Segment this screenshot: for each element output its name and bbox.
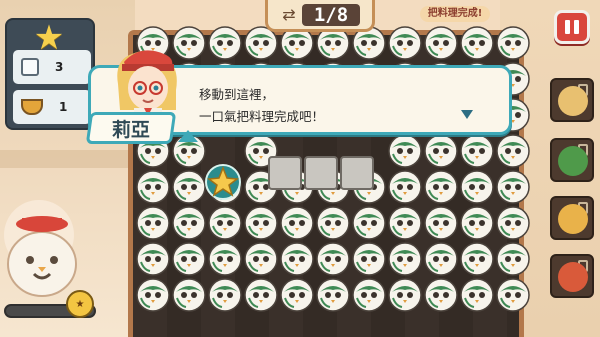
owl-piece[interactable] <box>352 278 386 312</box>
medal-icon: ★ <box>66 290 94 318</box>
owl-piece[interactable] <box>460 170 494 204</box>
owl-piece[interactable] <box>496 206 530 240</box>
target-cell[interactable] <box>340 156 374 190</box>
dialog-tail <box>178 130 198 142</box>
owl-piece[interactable] <box>172 242 206 276</box>
owl-piece[interactable] <box>460 134 494 168</box>
owl-piece[interactable] <box>208 242 242 276</box>
objective-count: 1 <box>59 100 68 114</box>
pause-button[interactable] <box>554 10 590 44</box>
owl-piece[interactable] <box>388 134 422 168</box>
owl-piece[interactable] <box>496 242 530 276</box>
pause-icon <box>565 20 570 34</box>
food-icon <box>558 204 588 234</box>
owl-piece[interactable] <box>388 206 422 240</box>
owl-piece[interactable] <box>172 206 206 240</box>
owl-piece[interactable] <box>388 278 422 312</box>
owl-piece[interactable] <box>244 242 278 276</box>
dialog-line: 移動到這裡， <box>199 87 275 102</box>
owl-piece[interactable] <box>136 278 170 312</box>
owl-piece[interactable] <box>352 206 386 240</box>
objective-slot: 1 <box>13 90 91 124</box>
owl-piece[interactable] <box>424 206 458 240</box>
speaker-avatar <box>117 50 177 122</box>
objective-slot: 3 <box>13 50 91 84</box>
owl-piece[interactable] <box>244 206 278 240</box>
mascot-decoration <box>7 216 77 297</box>
owl-piece[interactable] <box>136 242 170 276</box>
pot-icon <box>21 99 43 115</box>
owl-piece[interactable] <box>244 278 278 312</box>
locked-slot <box>550 254 594 298</box>
owl-piece[interactable] <box>316 278 350 312</box>
owl-piece[interactable] <box>496 278 530 312</box>
owl-piece[interactable] <box>496 134 530 168</box>
moves-counter: ⇄ 1/8 <box>265 0 375 32</box>
owl-piece[interactable] <box>460 206 494 240</box>
owl-piece[interactable] <box>496 170 530 204</box>
owl-piece[interactable] <box>136 206 170 240</box>
owl-piece[interactable] <box>208 206 242 240</box>
locked-slot <box>550 78 594 122</box>
target-cell[interactable] <box>304 156 338 190</box>
objective-panel: ★ 3 1 <box>5 18 95 130</box>
speaker-name: 莉亞 <box>111 118 150 141</box>
owl-piece[interactable] <box>460 278 494 312</box>
food-icon <box>558 146 588 176</box>
owl-piece[interactable] <box>460 26 494 60</box>
owl-piece[interactable] <box>208 278 242 312</box>
objective-count: 3 <box>55 60 64 74</box>
background-shelf <box>0 150 135 168</box>
owl-piece[interactable] <box>172 170 206 204</box>
owl-piece[interactable] <box>136 170 170 204</box>
owl-piece[interactable] <box>280 278 314 312</box>
special-piece[interactable] <box>203 162 243 202</box>
owl-piece[interactable] <box>316 206 350 240</box>
owl-piece[interactable] <box>280 242 314 276</box>
speaker-name-tag: 莉亞 <box>85 112 177 144</box>
locked-slot <box>550 138 594 182</box>
locked-slot <box>550 196 594 240</box>
dialog-line: 一口氣把料理完成吧！ <box>199 109 325 124</box>
owl-piece[interactable] <box>352 242 386 276</box>
goal-label: 把料理完成! <box>420 6 490 22</box>
triangle-down-icon[interactable] <box>461 110 473 119</box>
food-icon <box>558 86 588 116</box>
owl-piece[interactable] <box>424 242 458 276</box>
owl-piece[interactable] <box>172 278 206 312</box>
owl-piece[interactable] <box>424 170 458 204</box>
food-icon <box>558 262 588 292</box>
owl-piece[interactable] <box>208 26 242 60</box>
owl-piece[interactable] <box>460 242 494 276</box>
owl-piece[interactable] <box>388 26 422 60</box>
owl-piece[interactable] <box>316 242 350 276</box>
owl-piece[interactable] <box>424 26 458 60</box>
pause-icon <box>574 20 579 34</box>
owl-piece[interactable] <box>424 134 458 168</box>
swap-icon: ⇄ <box>282 4 296 24</box>
owl-piece[interactable] <box>280 206 314 240</box>
owl-piece[interactable] <box>496 26 530 60</box>
moves-value: 1/8 <box>302 3 360 26</box>
owl-piece[interactable] <box>388 242 422 276</box>
owl-piece[interactable] <box>388 170 422 204</box>
owl-piece[interactable] <box>424 278 458 312</box>
target-cell[interactable] <box>268 156 302 190</box>
square-icon <box>21 58 39 76</box>
